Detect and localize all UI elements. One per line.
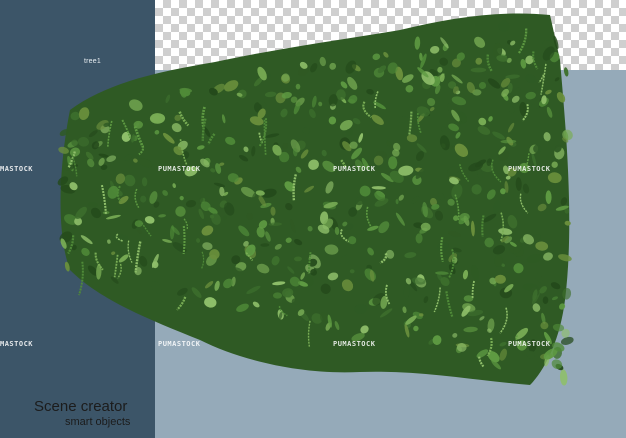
brand-subtitle: smart objects (65, 416, 131, 428)
leaf (388, 156, 398, 170)
fern-frond (481, 215, 485, 237)
watermark: MASTOCK (0, 340, 34, 348)
leaf (563, 67, 569, 77)
leaf (152, 261, 159, 269)
watermark: PUMASTOCK (508, 340, 551, 348)
leaf (494, 255, 503, 268)
scene-canvas: tree1 MASTOCK PUMASTOCK PUMASTOCK PUMAST… (0, 0, 626, 438)
watermark: PUMASTOCK (158, 340, 201, 348)
watermark: PUMASTOCK (508, 165, 551, 173)
leaf (295, 83, 301, 90)
watermark: PUMASTOCK (333, 340, 376, 348)
vertical-garden-image (57, 13, 574, 386)
watermark: MASTOCK (0, 165, 34, 173)
leaf (349, 141, 358, 149)
leaf (559, 369, 568, 386)
watermark: PUMASTOCK (333, 165, 376, 173)
watermark: PUMASTOCK (158, 165, 201, 173)
leaf (540, 321, 549, 330)
brand-title: Scene creator (34, 398, 128, 415)
